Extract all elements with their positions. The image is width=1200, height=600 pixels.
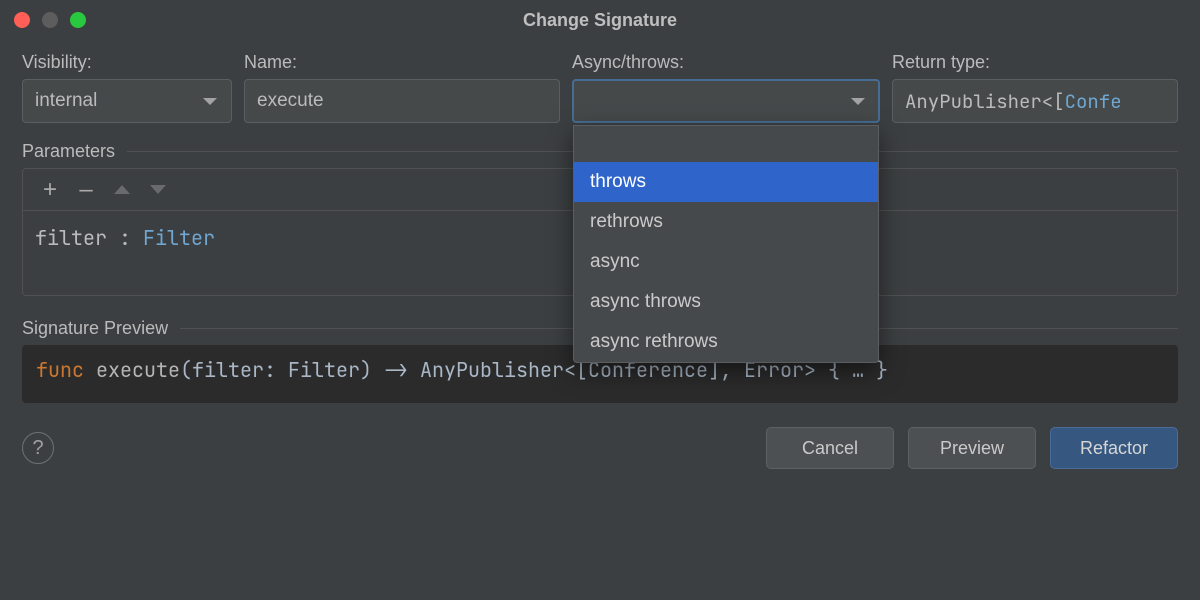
close-window-button[interactable]	[14, 12, 30, 28]
async-option-async[interactable]: async	[574, 242, 878, 282]
triangle-up-icon	[114, 185, 130, 194]
async-option-rethrows[interactable]: rethrows	[574, 202, 878, 242]
return-type-input[interactable]: AnyPublisher<[Confe	[892, 79, 1178, 123]
refactor-button[interactable]: Refactor	[1050, 427, 1178, 469]
remove-parameter-button[interactable]	[69, 175, 103, 205]
name-input-wrapper	[244, 79, 560, 123]
window-controls	[14, 12, 86, 28]
param-separator: :	[107, 225, 143, 251]
move-parameter-down-button[interactable]	[141, 175, 175, 205]
name-input[interactable]	[257, 90, 547, 112]
parameters-section-label: Parameters	[22, 141, 115, 162]
async-option-async-throws[interactable]: async throws	[574, 282, 878, 322]
zoom-window-button[interactable]	[70, 12, 86, 28]
async-option-empty[interactable]	[574, 126, 878, 162]
async-option-async-rethrows[interactable]: async rethrows	[574, 322, 878, 362]
async-label: Async/throws:	[572, 52, 880, 73]
preview-section-label: Signature Preview	[22, 318, 168, 339]
add-parameter-button[interactable]	[33, 175, 67, 205]
param-name: filter	[35, 225, 107, 251]
chevron-down-icon	[203, 98, 217, 105]
name-label: Name:	[244, 52, 560, 73]
cancel-button[interactable]: Cancel	[766, 427, 894, 469]
async-option-throws[interactable]: throws	[574, 162, 878, 202]
chevron-down-icon	[851, 98, 865, 105]
help-button[interactable]: ?	[22, 432, 54, 464]
return-type-label: Return type:	[892, 52, 1178, 73]
async-throws-combobox[interactable]: throws rethrows async async throws async…	[572, 79, 880, 123]
minimize-window-button[interactable]	[42, 12, 58, 28]
visibility-label: Visibility:	[22, 52, 232, 73]
return-type-value: AnyPublisher<[Confe	[905, 89, 1122, 114]
preview-button[interactable]: Preview	[908, 427, 1036, 469]
param-type: Filter	[143, 225, 215, 251]
window-titlebar: Change Signature	[0, 0, 1200, 40]
visibility-value: internal	[35, 90, 97, 112]
async-dropdown-popup: throws rethrows async async throws async…	[573, 125, 879, 363]
visibility-combobox[interactable]: internal	[22, 79, 232, 123]
triangle-down-icon	[150, 185, 166, 194]
window-title: Change Signature	[0, 10, 1200, 31]
move-parameter-up-button[interactable]	[105, 175, 139, 205]
